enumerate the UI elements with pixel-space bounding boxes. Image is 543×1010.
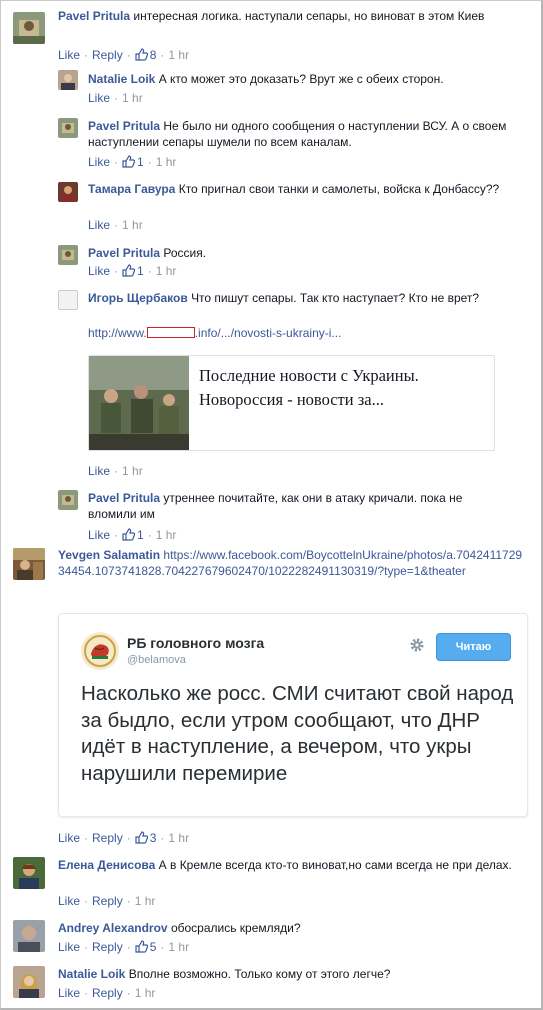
comment-link[interactable]: http://www. .info/.../novosti-s-ukrainy-i… [88,325,508,341]
like-link[interactable]: Like [88,264,110,278]
avatar[interactable] [58,490,78,510]
reply-link[interactable]: Reply [92,48,123,62]
tweet-author-handle: @belamova [127,654,186,666]
reply-link[interactable]: Reply [92,940,123,954]
like-link[interactable]: Like [58,940,80,954]
comment-time[interactable]: 1 hr [135,986,156,1000]
avatar[interactable] [58,182,78,202]
comment-author[interactable]: Игорь Щербаков [88,291,188,305]
like-count[interactable]: 1 [137,155,144,169]
avatar[interactable] [13,857,45,889]
comment-time[interactable]: 1 hr [168,831,189,845]
like-count[interactable]: 1 [137,528,144,542]
like-link[interactable]: Like [58,48,80,62]
avatar[interactable] [13,966,45,998]
link-preview[interactable]: Последние новости с Украины. Новороссия … [88,355,495,451]
comment-text: Вполне возможно. Только кому от этого ле… [128,967,391,981]
comment-actions: Like · Reply · 1 hr [58,986,156,1000]
comment-text: обосрались кремляди? [170,921,301,935]
like-link[interactable]: Like [88,464,110,478]
comment-actions: Like · 1 hr [88,91,143,105]
comment-time[interactable]: 1 hr [156,155,177,169]
avatar[interactable] [58,70,78,90]
comment-text: Что пишут сепары. Так кто наступает? Кто… [191,291,480,305]
thumbs-up-icon[interactable] [135,48,148,65]
comment-author[interactable]: Pavel Pritula [58,9,130,23]
link-suffix[interactable]: .info/.../novosti-s-ukrainy-i... [195,326,342,340]
thumbs-up-icon[interactable] [135,831,148,848]
comment-author[interactable]: Natalie Loik [88,72,155,86]
thumbs-up-icon[interactable] [122,264,136,281]
tweet-text: Насколько же росс. СМИ считают свой наро… [81,682,514,785]
like-count[interactable]: 5 [150,940,157,954]
preview-title[interactable]: Последние новости с Украины. Новороссия … [199,364,489,412]
comment-text: Кто пригнал свои танки и самолеты, войск… [178,182,500,196]
comment-time[interactable]: 1 hr [168,48,189,62]
comment-text: интересная логика. наступали сепары, но … [133,9,485,23]
preview-image[interactable] [89,356,189,450]
like-link[interactable]: Like [88,91,110,105]
like-count[interactable]: 1 [137,264,144,278]
comment-actions: Like · 1 · 1 hr [88,154,508,172]
like-link[interactable]: Like [88,528,110,542]
comment-text: А кто может это доказать? Врут же с обеи… [158,72,444,86]
like-link[interactable]: Like [88,155,110,169]
link-prefix[interactable]: http://www. [88,326,147,340]
avatar[interactable] [13,920,45,952]
comment-actions: Like · 1 hr [88,218,143,232]
comment-time[interactable]: 1 hr [135,894,156,908]
comment-author[interactable]: Yevgen Salamatin [58,548,160,562]
like-link[interactable]: Like [58,831,80,845]
brain-logo-icon [81,632,119,670]
thumbs-up-icon[interactable] [135,940,148,957]
comment-actions: Like · 1 · 1 hr [88,527,508,545]
comment-time[interactable]: 1 hr [156,264,177,278]
comment-text: А в Кремле всегда кто-то виноват,но сами… [158,858,512,872]
like-count[interactable]: 8 [150,48,157,62]
comment-actions: Like · 1 hr [88,464,143,478]
like-link[interactable]: Like [58,894,80,908]
comment-actions: Like · Reply · 1 hr [58,894,156,908]
like-link[interactable]: Like [88,218,110,232]
comment-author[interactable]: Pavel Pritula [88,119,160,133]
like-link[interactable]: Like [58,986,80,1000]
gear-icon [409,637,425,653]
avatar[interactable] [13,548,45,580]
comment-time[interactable]: 1 hr [156,528,177,542]
avatar[interactable] [58,245,78,265]
comment-time[interactable]: 1 hr [122,91,143,105]
tweet-author-name: РБ головного мозга [127,635,265,651]
comment-time[interactable]: 1 hr [122,218,143,232]
embedded-tweet-image[interactable]: РБ головного мозга @belamova Читаю Наско… [58,613,528,817]
reply-link[interactable]: Reply [92,831,123,845]
thumbs-up-icon[interactable] [122,528,136,545]
like-count[interactable]: 3 [150,831,157,845]
comment-actions: Like · Reply · 3 · 1 hr [58,830,528,848]
comment-author[interactable]: Тамара Гавура [88,182,175,196]
comment-text: Россия. [163,246,207,260]
avatar[interactable] [58,290,78,310]
redaction-box [146,327,195,338]
comment-actions: Like · Reply · 8 · 1 hr [58,47,528,65]
comment-actions: Like · 1 · 1 hr [88,263,508,281]
follow-button: Читаю [436,633,511,661]
comment-author[interactable]: Natalie Loik [58,967,125,981]
comment-time[interactable]: 1 hr [168,940,189,954]
comment-actions: Like · Reply · 5 · 1 hr [58,939,528,957]
comment-author[interactable]: Pavel Pritula [88,491,160,505]
comment-time[interactable]: 1 hr [122,464,143,478]
reply-link[interactable]: Reply [92,894,123,908]
avatar[interactable] [13,12,45,44]
avatar[interactable] [58,118,78,138]
thumbs-up-icon[interactable] [122,155,136,172]
comment-author[interactable]: Елена Денисова [58,858,155,872]
comment-author[interactable]: Pavel Pritula [88,246,160,260]
comment-author[interactable]: Andrey Alexandrov [58,921,168,935]
reply-link[interactable]: Reply [92,986,123,1000]
